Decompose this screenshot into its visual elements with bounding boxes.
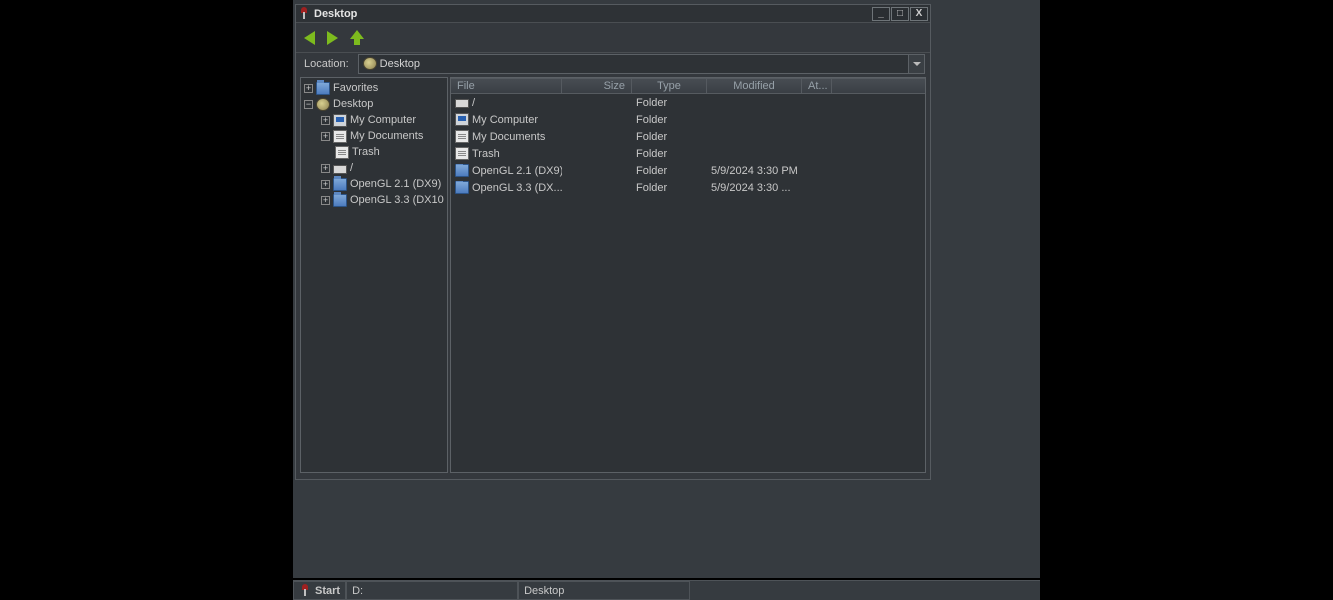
col-spacer — [832, 78, 925, 93]
tree-label: Trash — [352, 146, 380, 158]
tree-opengl21[interactable]: + OpenGL 2.1 (DX9) — [301, 176, 447, 192]
file-list: File Size Type Modified At... /FolderMy … — [450, 77, 926, 473]
file-name: My Computer — [472, 114, 538, 126]
minimize-button[interactable]: _ — [872, 7, 890, 21]
drive-icon — [333, 165, 347, 174]
location-value: Desktop — [380, 58, 908, 70]
taskbar-desktop-label: Desktop — [524, 585, 564, 597]
tree-desktop[interactable]: − Desktop — [301, 96, 447, 112]
file-type: Folder — [632, 97, 707, 109]
up-icon[interactable] — [350, 30, 364, 45]
taskbar-d-label: D: — [352, 585, 363, 597]
folder-tree[interactable]: + Favorites − Desktop + My Computer + M — [300, 77, 448, 473]
file-type: Folder — [632, 114, 707, 126]
chevron-down-icon[interactable] — [908, 55, 924, 73]
list-item[interactable]: My Documents Folder — [451, 128, 925, 145]
list-item[interactable]: Trash Folder — [451, 145, 925, 162]
expand-toggle[interactable]: + — [321, 180, 330, 189]
computer-icon — [333, 114, 347, 127]
file-name: OpenGL 3.3 (DX... — [472, 182, 562, 194]
file-name: Trash — [472, 148, 500, 160]
taskbar-d[interactable]: D: — [346, 581, 518, 600]
file-type: Folder — [632, 131, 707, 143]
file-modified: 5/9/2024 3:30 ... — [707, 182, 802, 194]
file-name: / — [472, 97, 475, 109]
tree-label: Desktop — [333, 98, 373, 110]
column-headers: File Size Type Modified At... — [451, 78, 925, 94]
file-browser-window: Desktop _ □ X Location: Desktop + Favori… — [295, 4, 931, 480]
expand-toggle[interactable]: + — [304, 84, 313, 93]
maximize-button[interactable]: □ — [891, 7, 909, 21]
list-item[interactable]: OpenGL 3.3 (DX... Folder5/9/2024 3:30 ... — [451, 179, 925, 196]
col-file[interactable]: File — [451, 78, 562, 93]
location-combo[interactable]: Desktop — [358, 54, 925, 74]
expand-toggle[interactable]: + — [321, 196, 330, 205]
desktop-icon — [316, 98, 330, 111]
doc-icon — [455, 147, 469, 160]
folder-icon — [333, 178, 347, 191]
documents-icon — [333, 130, 347, 143]
trash-icon — [335, 146, 349, 159]
file-type: Folder — [632, 148, 707, 160]
folder-icon — [455, 164, 469, 177]
file-type: Folder — [632, 182, 707, 194]
tree-label: Favorites — [333, 82, 378, 94]
list-item[interactable]: My Computer Folder — [451, 111, 925, 128]
window-title: Desktop — [310, 8, 871, 20]
folder-icon — [333, 194, 347, 207]
folder-icon — [455, 181, 469, 194]
location-bar: Location: Desktop — [296, 53, 930, 77]
tree-my-computer[interactable]: + My Computer — [301, 112, 447, 128]
titlebar[interactable]: Desktop _ □ X — [296, 5, 930, 23]
nav-toolbar — [296, 23, 930, 53]
back-icon[interactable] — [304, 31, 315, 45]
tree-opengl33[interactable]: + OpenGL 3.3 (DX10 — [301, 192, 447, 208]
list-item[interactable]: OpenGL 2.1 (DX9) Folder5/9/2024 3:30 PM — [451, 162, 925, 179]
tree-label: My Documents — [350, 130, 423, 142]
col-modified[interactable]: Modified — [707, 78, 802, 93]
taskbar: Start D: Desktop — [293, 580, 1040, 600]
tree-label: OpenGL 3.3 (DX10 — [350, 194, 444, 206]
start-button[interactable]: Start — [293, 581, 346, 600]
file-name: OpenGL 2.1 (DX9) — [472, 165, 562, 177]
tree-my-documents[interactable]: + My Documents — [301, 128, 447, 144]
col-attr[interactable]: At... — [802, 78, 832, 93]
wine-icon — [298, 7, 310, 21]
forward-icon[interactable] — [327, 31, 338, 45]
close-button[interactable]: X — [910, 7, 928, 21]
col-type[interactable]: Type — [632, 78, 707, 93]
file-type: Folder — [632, 165, 707, 177]
wine-icon — [299, 584, 311, 598]
tree-label: OpenGL 2.1 (DX9) — [350, 178, 441, 190]
file-modified: 5/9/2024 3:30 PM — [707, 165, 802, 177]
list-item[interactable]: / Folder — [451, 94, 925, 111]
tree-favorites[interactable]: + Favorites — [301, 80, 447, 96]
expand-toggle[interactable]: + — [321, 132, 330, 141]
doc-icon — [455, 130, 469, 143]
expand-toggle[interactable]: + — [321, 116, 330, 125]
tree-root[interactable]: + / — [301, 160, 447, 176]
desktop-icon — [363, 57, 377, 70]
collapse-toggle[interactable]: − — [304, 100, 313, 109]
drive-icon — [455, 99, 469, 108]
file-rows[interactable]: / Folder My Computer Folder My Documents Fold… — [451, 94, 925, 472]
tree-label: My Computer — [350, 114, 416, 126]
taskbar-desktop[interactable]: Desktop — [518, 581, 690, 600]
computer-icon — [455, 113, 469, 126]
file-name: My Documents — [472, 131, 545, 143]
col-size[interactable]: Size — [562, 78, 632, 93]
tree-label: / — [350, 162, 353, 174]
start-label: Start — [315, 585, 340, 597]
location-label: Location: — [301, 58, 352, 70]
tree-trash[interactable]: Trash — [301, 144, 447, 160]
expand-toggle[interactable]: + — [321, 164, 330, 173]
folder-icon — [316, 82, 330, 95]
